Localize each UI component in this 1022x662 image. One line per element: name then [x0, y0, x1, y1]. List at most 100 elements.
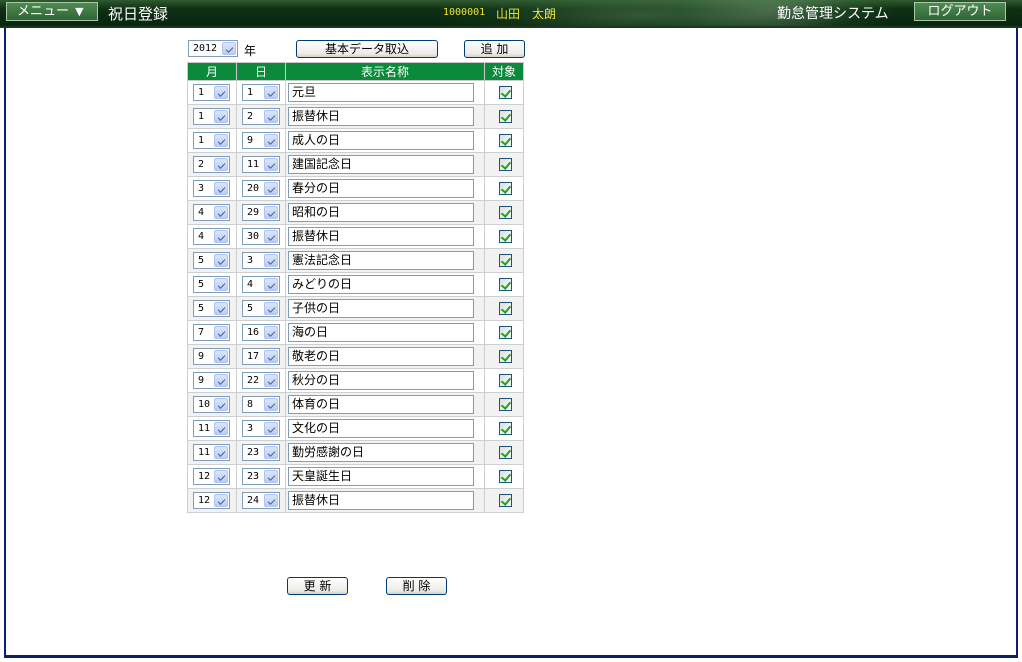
target-checkbox[interactable]	[499, 110, 512, 123]
delete-button[interactable]: 削 除	[386, 577, 447, 595]
menu-button[interactable]: メニュー ▼	[6, 2, 98, 21]
month-select-value: 1	[198, 87, 205, 98]
month-select[interactable]: 5	[193, 252, 230, 269]
chevron-down-icon	[264, 254, 278, 267]
holiday-name-input[interactable]: みどりの日	[288, 275, 474, 294]
month-select[interactable]: 3	[193, 180, 230, 197]
column-header-name: 表示名称	[285, 62, 485, 81]
target-checkbox[interactable]	[499, 350, 512, 363]
month-select[interactable]: 5	[193, 300, 230, 317]
holiday-name-input[interactable]: 天皇誕生日	[288, 467, 474, 486]
holiday-name-input[interactable]: 成人の日	[288, 131, 474, 150]
day-select[interactable]: 1	[242, 84, 280, 101]
month-select[interactable]: 1	[193, 84, 230, 101]
update-button[interactable]: 更 新	[287, 577, 348, 595]
column-header-day: 日	[236, 62, 286, 81]
day-select[interactable]: 3	[242, 252, 280, 269]
add-button[interactable]: 追 加	[464, 40, 525, 58]
chevron-down-icon	[214, 350, 228, 363]
month-select[interactable]: 1	[193, 132, 230, 149]
target-checkbox[interactable]	[499, 470, 512, 483]
holiday-name-input[interactable]: 体育の日	[288, 395, 474, 414]
day-select[interactable]: 9	[242, 132, 280, 149]
month-select[interactable]: 9	[193, 372, 230, 389]
target-checkbox[interactable]	[499, 302, 512, 315]
month-cell: 4	[187, 200, 237, 225]
logout-button[interactable]: ログアウト	[914, 2, 1006, 21]
day-cell: 4	[236, 272, 286, 297]
month-select[interactable]: 5	[193, 276, 230, 293]
target-checkbox[interactable]	[499, 326, 512, 339]
month-select[interactable]: 1	[193, 108, 230, 125]
chevron-down-icon	[214, 110, 228, 123]
day-select[interactable]: 3	[242, 420, 280, 437]
holiday-name-input[interactable]: 秋分の日	[288, 371, 474, 390]
target-checkbox[interactable]	[499, 278, 512, 291]
target-cell	[484, 392, 524, 417]
target-checkbox[interactable]	[499, 494, 512, 507]
holiday-name-input[interactable]: 憲法記念日	[288, 251, 474, 270]
month-select[interactable]: 11	[193, 420, 230, 437]
day-select-value: 17	[247, 351, 260, 362]
day-select[interactable]: 17	[242, 348, 280, 365]
month-select[interactable]: 7	[193, 324, 230, 341]
holiday-name-input[interactable]: 勤労感謝の日	[288, 443, 474, 462]
day-cell: 1	[236, 80, 286, 105]
target-checkbox[interactable]	[499, 254, 512, 267]
holiday-name-input[interactable]: 建国記念日	[288, 155, 474, 174]
target-checkbox[interactable]	[499, 374, 512, 387]
target-checkbox[interactable]	[499, 206, 512, 219]
table-row: 5 5 子供の日	[187, 296, 524, 321]
holiday-name-input[interactable]: 振替休日	[288, 491, 474, 510]
holiday-name-input[interactable]: 元旦	[288, 83, 474, 102]
day-select-value: 23	[247, 471, 260, 482]
holiday-name-input[interactable]: 文化の日	[288, 419, 474, 438]
target-cell	[484, 368, 524, 393]
day-select[interactable]: 30	[242, 228, 280, 245]
day-select[interactable]: 22	[242, 372, 280, 389]
month-select[interactable]: 9	[193, 348, 230, 365]
month-select[interactable]: 4	[193, 228, 230, 245]
month-select[interactable]: 2	[193, 156, 230, 173]
year-select[interactable]: 2012	[188, 40, 238, 57]
import-basic-data-button[interactable]: 基本データ取込	[296, 40, 438, 58]
name-cell: 憲法記念日	[285, 248, 485, 273]
chevron-down-icon	[214, 446, 228, 459]
chevron-down-icon	[264, 494, 278, 507]
holiday-name-input[interactable]: 海の日	[288, 323, 474, 342]
day-select[interactable]: 5	[242, 300, 280, 317]
holiday-name-input[interactable]: 子供の日	[288, 299, 474, 318]
holiday-name-input[interactable]: 春分の日	[288, 179, 474, 198]
day-select[interactable]: 24	[242, 492, 280, 509]
holiday-name-input[interactable]: 振替休日	[288, 227, 474, 246]
target-checkbox[interactable]	[499, 230, 512, 243]
day-select[interactable]: 29	[242, 204, 280, 221]
target-checkbox[interactable]	[499, 446, 512, 459]
target-checkbox[interactable]	[499, 158, 512, 171]
day-select[interactable]: 23	[242, 468, 280, 485]
target-checkbox[interactable]	[499, 182, 512, 195]
month-select[interactable]: 4	[193, 204, 230, 221]
month-select[interactable]: 12	[193, 492, 230, 509]
day-select[interactable]: 4	[242, 276, 280, 293]
table-row: 12 23 天皇誕生日	[187, 464, 524, 489]
day-select[interactable]: 11	[242, 156, 280, 173]
target-cell	[484, 176, 524, 201]
holiday-name-input[interactable]: 振替休日	[288, 107, 474, 126]
holiday-name-input[interactable]: 昭和の日	[288, 203, 474, 222]
target-checkbox[interactable]	[499, 398, 512, 411]
day-select[interactable]: 8	[242, 396, 280, 413]
target-checkbox[interactable]	[499, 422, 512, 435]
target-checkbox[interactable]	[499, 134, 512, 147]
chevron-down-icon	[214, 398, 228, 411]
day-select[interactable]: 2	[242, 108, 280, 125]
target-checkbox[interactable]	[499, 86, 512, 99]
day-select[interactable]: 16	[242, 324, 280, 341]
month-select[interactable]: 12	[193, 468, 230, 485]
day-select[interactable]: 20	[242, 180, 280, 197]
month-select[interactable]: 10	[193, 396, 230, 413]
day-select[interactable]: 23	[242, 444, 280, 461]
month-select[interactable]: 11	[193, 444, 230, 461]
holiday-name-input[interactable]: 敬老の日	[288, 347, 474, 366]
chevron-down-icon	[264, 206, 278, 219]
